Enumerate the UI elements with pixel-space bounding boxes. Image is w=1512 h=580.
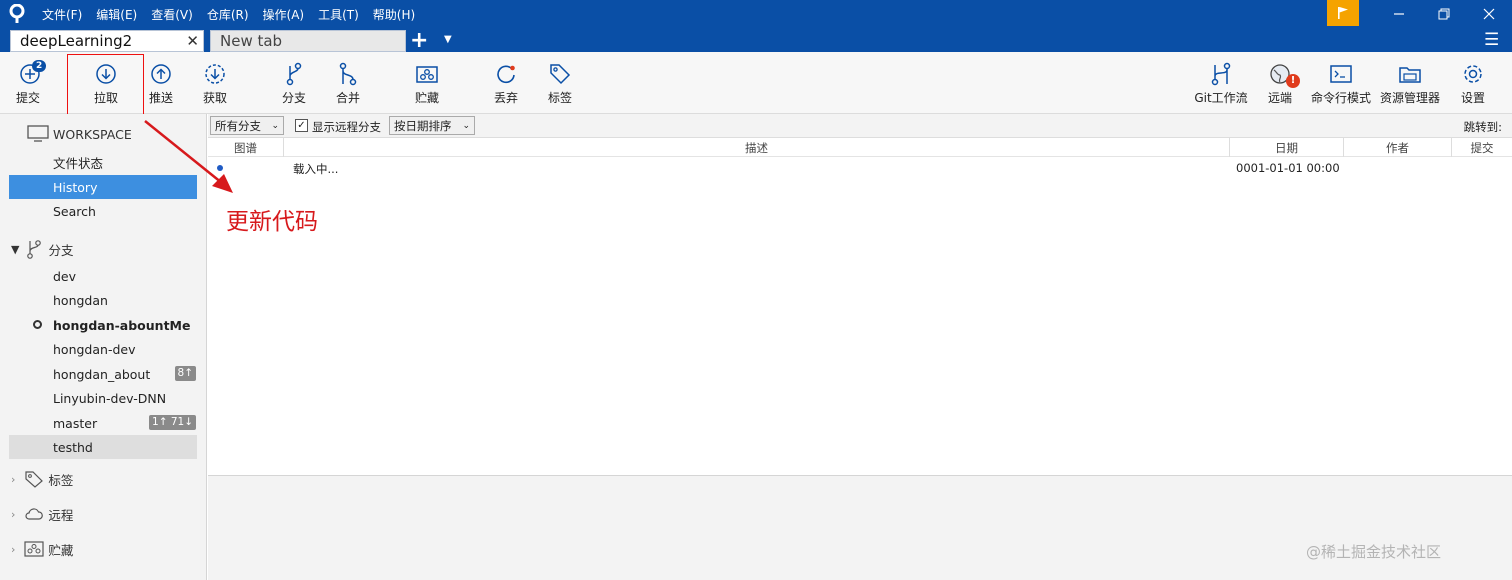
annotation-arrow-icon	[144, 120, 233, 193]
watermark: @稀土掘金技术社区	[1306, 543, 1442, 561]
annotation-text: 更新代码	[226, 209, 318, 235]
